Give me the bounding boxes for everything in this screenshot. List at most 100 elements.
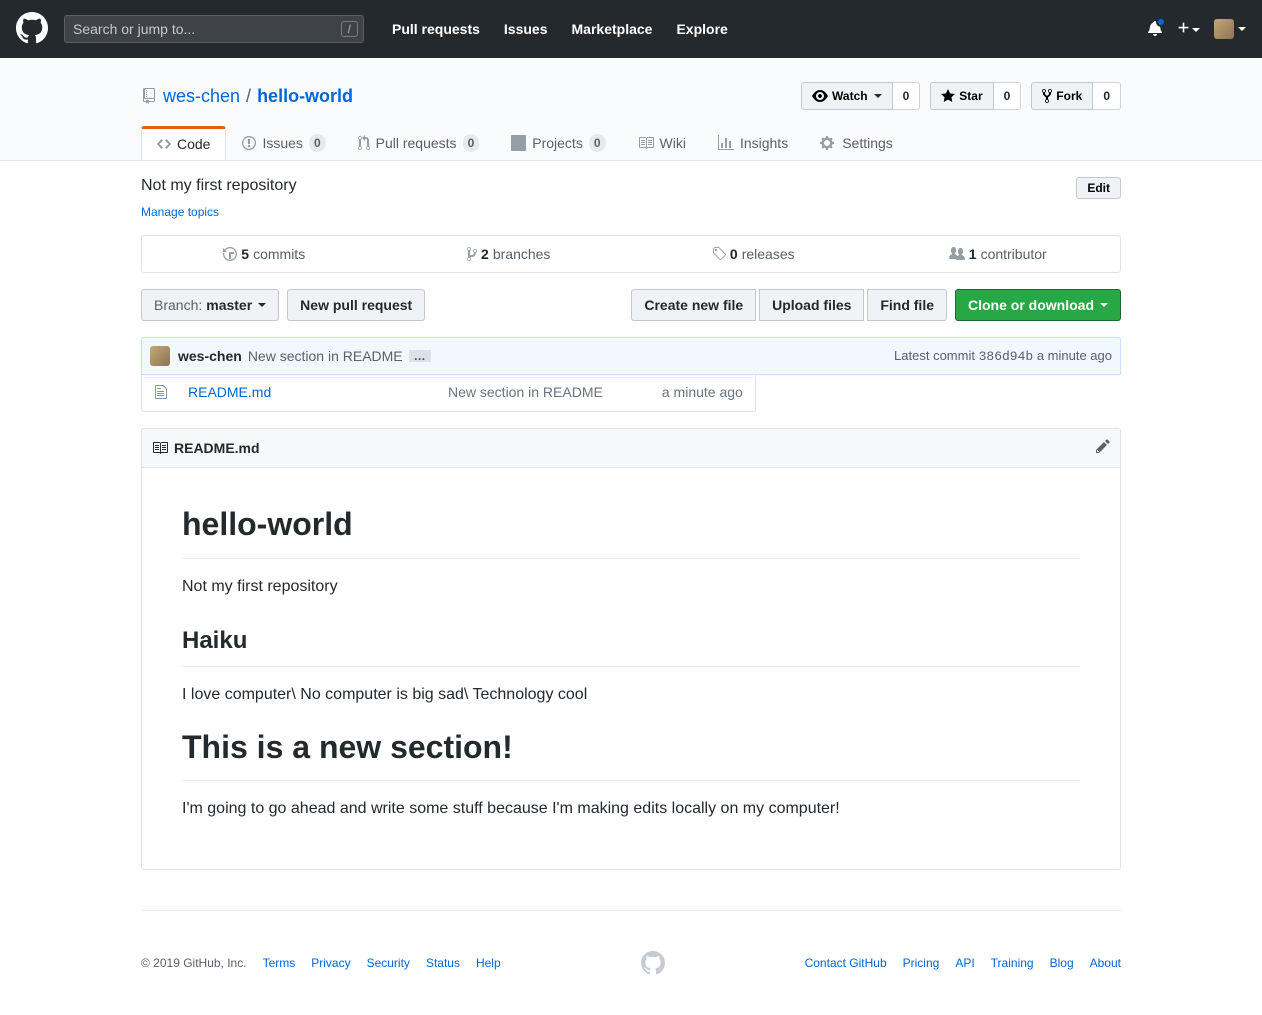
- releases-link[interactable]: 0 releases: [631, 246, 876, 262]
- tab-insights[interactable]: Insights: [702, 126, 804, 160]
- branches-link[interactable]: 2 branches: [387, 246, 632, 262]
- file-commit-message[interactable]: New section in README: [448, 384, 603, 400]
- commit-sha-link[interactable]: 386d94b: [979, 349, 1034, 364]
- gear-icon: [820, 135, 836, 151]
- fork-count[interactable]: 0: [1093, 82, 1121, 110]
- new-pull-request-button[interactable]: New pull request: [287, 289, 425, 321]
- repo-owner-link[interactable]: wes-chen: [163, 86, 240, 107]
- footer-training[interactable]: Training: [991, 956, 1034, 970]
- commit-author-avatar[interactable]: [150, 346, 170, 366]
- nav-marketplace[interactable]: Marketplace: [560, 21, 665, 37]
- fork-icon: [1042, 88, 1052, 104]
- edit-readme-button[interactable]: [1096, 438, 1110, 457]
- readme-content: hello-world Not my first repository Haik…: [142, 468, 1120, 869]
- footer-status[interactable]: Status: [426, 956, 460, 970]
- branch-select-button[interactable]: Branch: master: [141, 289, 279, 321]
- readme-filename: README.md: [174, 440, 260, 456]
- footer-contact[interactable]: Contact GitHub: [805, 956, 887, 970]
- notifications-button[interactable]: [1147, 20, 1163, 39]
- create-new-file-button[interactable]: Create new file: [631, 289, 756, 321]
- footer-about[interactable]: About: [1090, 956, 1121, 970]
- user-menu[interactable]: [1214, 19, 1246, 39]
- issues-count: 0: [309, 134, 326, 152]
- history-icon: [223, 246, 237, 262]
- commit-ellipsis-button[interactable]: …: [409, 350, 431, 362]
- site-footer: © 2019 GitHub, Inc. Terms Privacy Securi…: [141, 910, 1121, 1015]
- search-input[interactable]: [64, 15, 364, 43]
- tab-pull-requests[interactable]: Pull requests 0: [342, 126, 496, 160]
- nav-issues[interactable]: Issues: [492, 21, 560, 37]
- latest-commit-bar: wes-chen New section in README … Latest …: [141, 337, 1121, 375]
- watch-count[interactable]: 0: [893, 82, 921, 110]
- pr-count: 0: [463, 134, 480, 152]
- readme-p2: I love computer\ No computer is big sad\…: [182, 683, 1080, 707]
- repo-title: wes-chen / hello-world: [141, 86, 353, 107]
- tab-projects[interactable]: Projects 0: [495, 126, 621, 160]
- star-button[interactable]: Star: [930, 82, 993, 110]
- readme-h1: hello-world: [182, 500, 1080, 559]
- global-header: / Pull requests Issues Marketplace Explo…: [0, 0, 1262, 58]
- edit-description-button[interactable]: Edit: [1076, 177, 1121, 199]
- repo-tabs: Code Issues 0 Pull requests 0 Projects 0…: [141, 126, 1121, 160]
- notification-indicator: [1156, 17, 1166, 27]
- find-file-button[interactable]: Find file: [867, 289, 947, 321]
- tag-icon: [712, 246, 726, 262]
- tab-issues[interactable]: Issues 0: [226, 126, 341, 160]
- watch-button[interactable]: Watch: [801, 82, 893, 110]
- pull-request-icon: [358, 135, 370, 151]
- tab-code[interactable]: Code: [141, 126, 226, 160]
- upload-files-button[interactable]: Upload files: [759, 289, 864, 321]
- file-list: README.md New section in README a minute…: [141, 375, 756, 412]
- repo-icon: [141, 88, 157, 104]
- commit-message-link[interactable]: New section in README: [248, 348, 403, 364]
- nav-explore[interactable]: Explore: [664, 21, 739, 37]
- readme-p1: Not my first repository: [182, 575, 1080, 599]
- footer-help[interactable]: Help: [476, 956, 501, 970]
- people-icon: [949, 246, 965, 262]
- footer-security[interactable]: Security: [367, 956, 410, 970]
- star-count[interactable]: 0: [994, 82, 1022, 110]
- repo-name-link[interactable]: hello-world: [257, 86, 353, 106]
- tab-settings[interactable]: Settings: [804, 126, 909, 160]
- path-separator: /: [246, 86, 251, 107]
- star-icon: [941, 88, 955, 104]
- footer-blog[interactable]: Blog: [1050, 956, 1074, 970]
- star-label: Star: [959, 89, 982, 103]
- file-row: README.md New section in README a minute…: [144, 377, 753, 409]
- eye-icon: [812, 88, 828, 104]
- fork-button[interactable]: Fork: [1031, 82, 1093, 110]
- footer-pricing[interactable]: Pricing: [903, 956, 940, 970]
- book-icon: [152, 440, 168, 456]
- tab-wiki[interactable]: Wiki: [622, 126, 702, 160]
- github-logo-footer[interactable]: [641, 951, 665, 975]
- commit-author-link[interactable]: wes-chen: [178, 348, 242, 364]
- footer-api[interactable]: API: [955, 956, 974, 970]
- commits-link[interactable]: 5 commits: [142, 246, 387, 262]
- footer-terms[interactable]: Terms: [263, 956, 296, 970]
- nav-pull-requests[interactable]: Pull requests: [380, 21, 492, 37]
- book-icon: [638, 135, 654, 151]
- github-logo[interactable]: [16, 12, 48, 47]
- contributors-link[interactable]: 1 contributor: [876, 246, 1121, 262]
- copyright: © 2019 GitHub, Inc.: [141, 956, 247, 970]
- projects-count: 0: [589, 134, 606, 152]
- file-name-link[interactable]: README.md: [188, 384, 271, 400]
- branch-icon: [467, 246, 477, 262]
- project-icon: [511, 135, 526, 151]
- commit-time-link[interactable]: a minute ago: [1037, 348, 1112, 363]
- pencil-icon: [1096, 438, 1110, 454]
- primary-nav: Pull requests Issues Marketplace Explore: [380, 21, 740, 37]
- graph-icon: [718, 135, 734, 151]
- avatar: [1214, 19, 1234, 39]
- clone-download-button[interactable]: Clone or download: [955, 289, 1121, 321]
- footer-privacy[interactable]: Privacy: [311, 956, 350, 970]
- manage-topics-link[interactable]: Manage topics: [141, 205, 219, 219]
- create-new-dropdown[interactable]: [1177, 21, 1200, 37]
- readme-box: README.md hello-world Not my first repos…: [141, 428, 1121, 870]
- readme-p3: I'm going to go ahead and write some stu…: [182, 797, 1080, 821]
- code-icon: [157, 136, 171, 152]
- watch-label: Watch: [832, 89, 868, 103]
- readme-h1b: This is a new section!: [182, 723, 1080, 782]
- readme-h2: Haiku: [182, 623, 1080, 667]
- file-age: a minute ago: [613, 377, 753, 409]
